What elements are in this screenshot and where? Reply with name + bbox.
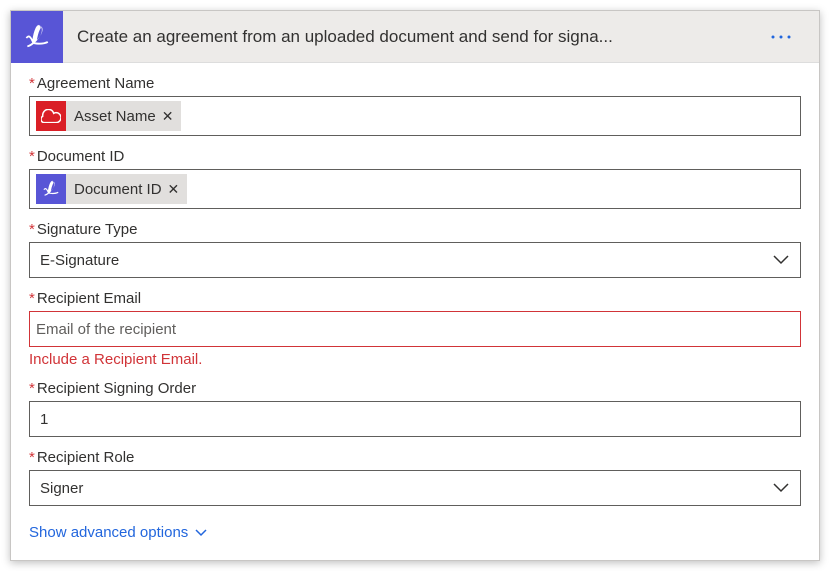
label-recipient-email: *Recipient Email (29, 290, 801, 307)
input-recipient-email[interactable]: Email of the recipient (29, 311, 801, 347)
creative-cloud-icon (36, 101, 66, 131)
select-recipient-role[interactable]: Signer (29, 470, 801, 506)
more-menu-button[interactable] (769, 33, 819, 41)
label-signing-order: *Recipient Signing Order (29, 380, 801, 397)
label-recipient-role: *Recipient Role (29, 449, 801, 466)
token-remove-button[interactable]: ✕ (168, 181, 180, 198)
field-signing-order: *Recipient Signing Order (29, 380, 801, 437)
token-document-id[interactable]: Document ID ✕ (36, 174, 187, 204)
select-value: Signer (40, 480, 83, 497)
error-recipient-email: Include a Recipient Email. (29, 351, 801, 368)
adobe-sign-token-icon (36, 174, 66, 204)
select-value: E-Signature (40, 252, 119, 269)
label-document-id: *Document ID (29, 148, 801, 165)
card-body: *Agreement Name Asset Name ✕ *Document I… (11, 63, 819, 560)
input-signing-order[interactable] (29, 401, 801, 437)
field-signature-type: *Signature Type E-Signature (29, 221, 801, 278)
placeholder-text: Email of the recipient (36, 321, 176, 338)
label-agreement-name: *Agreement Name (29, 75, 801, 92)
link-text: Show advanced options (29, 524, 188, 541)
chevron-down-icon (772, 254, 790, 266)
input-document-id[interactable]: Document ID ✕ (29, 169, 801, 209)
adobe-sign-icon (11, 11, 63, 63)
label-signature-type: *Signature Type (29, 221, 801, 238)
select-signature-type[interactable]: E-Signature (29, 242, 801, 278)
chevron-down-icon (194, 528, 208, 538)
field-document-id: *Document ID Document ID ✕ (29, 148, 801, 209)
field-agreement-name: *Agreement Name Asset Name ✕ (29, 75, 801, 136)
action-card: Create an agreement from an uploaded doc… (10, 10, 820, 561)
input-agreement-name[interactable]: Asset Name ✕ (29, 96, 801, 136)
chevron-down-icon (772, 482, 790, 494)
token-asset-name[interactable]: Asset Name ✕ (36, 101, 181, 131)
field-recipient-email: *Recipient Email Email of the recipient … (29, 290, 801, 368)
token-remove-button[interactable]: ✕ (162, 108, 174, 125)
token-label: Document ID (74, 181, 162, 198)
token-label: Asset Name (74, 108, 156, 125)
card-title: Create an agreement from an uploaded doc… (63, 27, 769, 47)
field-recipient-role: *Recipient Role Signer (29, 449, 801, 506)
show-advanced-options-link[interactable]: Show advanced options (29, 524, 208, 541)
card-header: Create an agreement from an uploaded doc… (11, 11, 819, 63)
